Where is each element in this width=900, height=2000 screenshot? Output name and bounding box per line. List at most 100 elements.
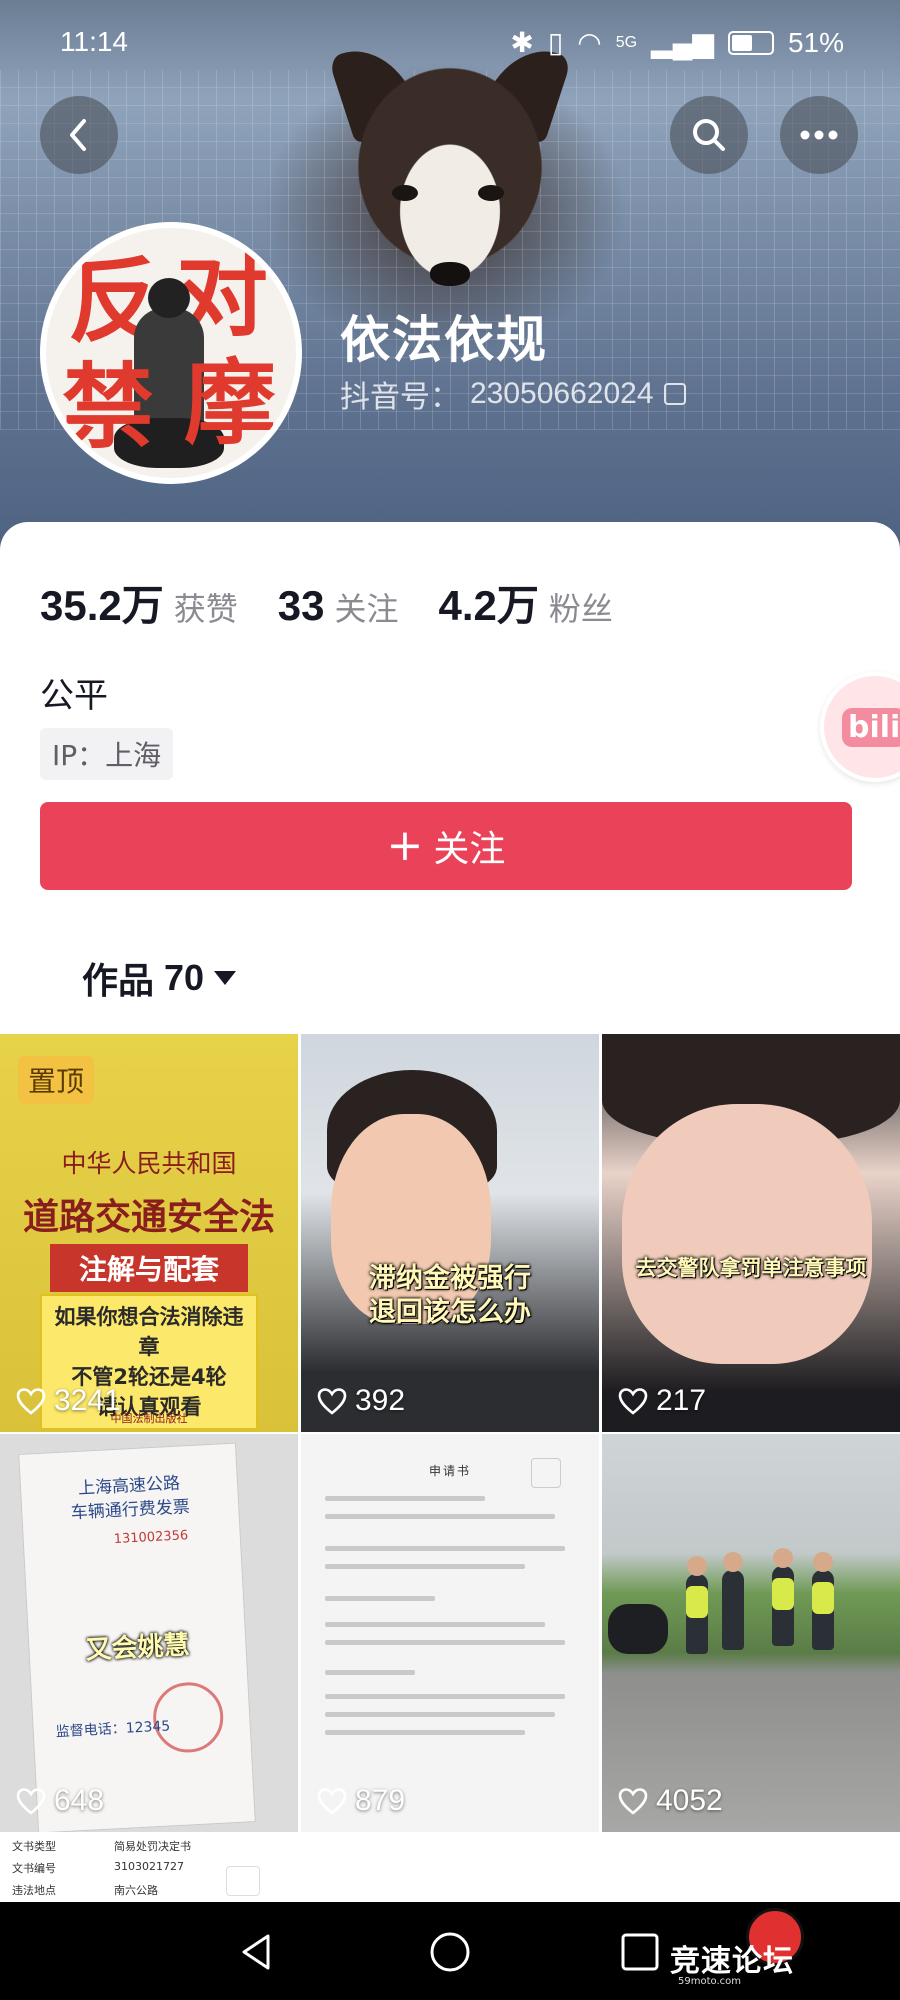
stat-value: 4.2万 bbox=[438, 582, 539, 629]
doc-line bbox=[325, 1596, 435, 1601]
heart-icon bbox=[618, 1788, 648, 1815]
stat-label: 获赞 bbox=[173, 590, 238, 628]
back-triangle-icon[interactable] bbox=[236, 1932, 276, 1972]
follow-button[interactable]: + 关注 bbox=[40, 802, 852, 890]
video-tile[interactable]: 4052 bbox=[602, 1434, 900, 1832]
tab-works[interactable]: 作品 70 bbox=[82, 952, 237, 1004]
doc-field: 违法地点 南六公路 bbox=[12, 1882, 158, 1898]
copy-icon[interactable] bbox=[663, 383, 686, 405]
stat-following[interactable]: 33 关注 bbox=[278, 582, 399, 630]
ticket-phone: 监督电话：12345 bbox=[55, 1718, 171, 1741]
follow-button-label: 关注 bbox=[433, 829, 506, 870]
more-button[interactable] bbox=[780, 96, 858, 174]
like-count-value: 217 bbox=[656, 1384, 707, 1417]
heart-icon bbox=[16, 1388, 46, 1415]
stat-likes[interactable]: 35.2万 获赞 bbox=[40, 572, 238, 633]
video-tile[interactable]: 去交警队拿罚单注意事项 217 bbox=[602, 1034, 900, 1432]
cover-vest bbox=[772, 1578, 794, 1610]
doc-field-value: 南六公路 bbox=[114, 1884, 158, 1897]
video-caption: 滞纳金被强行 退回该怎么办 bbox=[301, 1262, 599, 1330]
like-count: 392 bbox=[317, 1384, 405, 1418]
video-tile[interactable]: 申请书 879 bbox=[301, 1434, 599, 1832]
battery-percent: 51% bbox=[787, 26, 844, 58]
status-icons: ✱ ▯ ◠ 5G ▂▄▆ 51% bbox=[510, 26, 844, 59]
profile-id: 抖音号： 23050662024 bbox=[340, 372, 686, 416]
battery-icon bbox=[727, 30, 774, 55]
partial-tile-row: 文书类型 简易处罚决定书 文书编号 3103021727 违法地点 南六公路 bbox=[0, 1832, 900, 1902]
signal-icon: ▂▄▆ bbox=[651, 27, 714, 58]
works-label: 作品 bbox=[82, 961, 155, 1002]
profile-id-value: 23050662024 bbox=[470, 377, 654, 410]
video-tile[interactable]: 滞纳金被强行 退回该怎么办 392 bbox=[301, 1034, 599, 1432]
watermark-logo: 竞速论坛 59moto.com bbox=[670, 1908, 890, 1996]
like-count: 4052 bbox=[618, 1784, 723, 1818]
stat-label: 关注 bbox=[334, 590, 399, 628]
recent-square-icon[interactable] bbox=[620, 1932, 660, 1972]
watermark-site: 59moto.com bbox=[678, 1976, 741, 1987]
video-caption: 去交警队拿罚单注意事项 bbox=[635, 1256, 867, 1280]
status-time: 11:14 bbox=[60, 26, 128, 57]
profile-id-label: 抖音号： bbox=[340, 380, 460, 415]
works-count: 70 bbox=[164, 957, 205, 998]
banner-dog-nose bbox=[430, 262, 470, 286]
cover-vest bbox=[812, 1582, 834, 1614]
cover-ticket: 上海高速公路 车辆通行费发票 131002356 又会姚慧 监督电话：12345 bbox=[18, 1442, 256, 1832]
doc-line bbox=[325, 1712, 555, 1717]
doc-line bbox=[325, 1514, 555, 1519]
heart-icon bbox=[317, 1388, 347, 1415]
bluetooth-icon: ✱ bbox=[510, 27, 534, 58]
doc-line bbox=[325, 1622, 545, 1627]
heart-icon bbox=[16, 1788, 46, 1815]
banner-dog-eye bbox=[478, 185, 504, 201]
video-tile[interactable]: 上海高速公路 车辆通行费发票 131002356 又会姚慧 监督电话：12345… bbox=[0, 1434, 298, 1832]
like-count-value: 3241 bbox=[54, 1384, 121, 1417]
doc-field: 文书类型 简易处罚决定书 bbox=[12, 1838, 191, 1854]
cover-text: 注解与配套 bbox=[50, 1244, 248, 1292]
doc-line bbox=[325, 1496, 485, 1501]
avatar-text: 摩 bbox=[184, 350, 277, 457]
cover-vest bbox=[686, 1586, 708, 1618]
video-caption-line: 退回该怎么办 bbox=[369, 1297, 531, 1328]
like-count-value: 4052 bbox=[656, 1784, 723, 1817]
stat-label: 粉丝 bbox=[548, 590, 613, 628]
video-tile[interactable]: 置顶 中华人民共和国 道路交通安全法 注解与配套 如果你想合法消除违章 不管2轮… bbox=[0, 1034, 298, 1432]
home-circle-icon[interactable] bbox=[428, 1932, 472, 1976]
cover-box-line: 如果你想合法消除违章 bbox=[54, 1305, 244, 1359]
like-count: 3241 bbox=[16, 1384, 121, 1418]
avatar[interactable]: 反 对 禁 摩 bbox=[40, 222, 302, 484]
doc-line bbox=[325, 1546, 565, 1551]
ticket-number: 131002356 bbox=[113, 1528, 189, 1548]
video-caption-line: 滞纳金被强行 bbox=[369, 1263, 531, 1294]
like-count: 217 bbox=[618, 1384, 706, 1418]
heart-icon bbox=[618, 1388, 648, 1415]
doc-field-key: 文书类型 bbox=[12, 1840, 56, 1853]
doc-field-value: 3103021727 bbox=[114, 1860, 184, 1873]
banner-dog-eye bbox=[392, 185, 418, 201]
cover-text: 道路交通安全法 bbox=[22, 1197, 275, 1238]
doc-field-value: 简易处罚决定书 bbox=[114, 1840, 191, 1853]
network-label: 5G bbox=[615, 33, 638, 51]
search-icon bbox=[693, 119, 725, 151]
plus-icon: + bbox=[386, 820, 424, 871]
video-caption: 又会姚慧 bbox=[84, 1630, 191, 1666]
like-count: 648 bbox=[16, 1784, 104, 1818]
stat-followers[interactable]: 4.2万 粉丝 bbox=[439, 572, 613, 633]
system-nav-bar: 竞速论坛 59moto.com bbox=[0, 1902, 900, 2000]
profile-name: 依法依规 bbox=[340, 311, 548, 369]
doc-line bbox=[325, 1670, 415, 1675]
stat-value: 33 bbox=[277, 582, 325, 629]
more-horizontal-icon bbox=[800, 130, 838, 140]
doc-line bbox=[325, 1640, 565, 1645]
bili-floating-badge[interactable]: bili bbox=[820, 672, 900, 782]
watermark-brand: 竞速论坛 bbox=[670, 1944, 794, 1979]
bili-badge-label: bili bbox=[842, 707, 900, 747]
status-bar: 11:14 ✱ ▯ ◠ 5G ▂▄▆ 51% bbox=[0, 0, 900, 84]
stat-value: 35.2万 bbox=[40, 582, 164, 629]
search-button[interactable] bbox=[670, 96, 748, 174]
vibrate-icon: ▯ bbox=[547, 27, 564, 58]
profile-stats: 35.2万 获赞 33 关注 4.2万 粉丝 bbox=[40, 572, 653, 633]
wifi-icon: ◠ bbox=[577, 27, 602, 58]
back-button[interactable] bbox=[40, 96, 118, 174]
cover-text: 中华人民共和国 bbox=[61, 1149, 237, 1178]
like-count-value: 879 bbox=[355, 1784, 406, 1817]
